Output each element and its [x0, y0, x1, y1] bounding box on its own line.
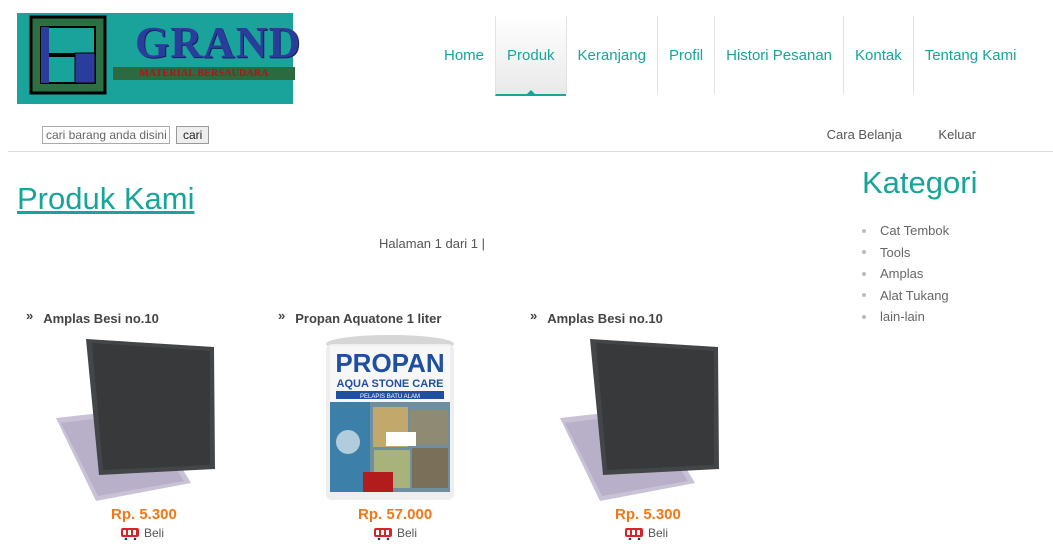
raquo-icon: »: [26, 308, 34, 323]
category-label: Cat Tembok: [880, 223, 950, 238]
main-nav: Home Produk Keranjang Profil Histori Pes…: [433, 16, 1027, 106]
buy-button[interactable]: Beli: [624, 526, 668, 540]
product-name: Amplas Besi no.10: [43, 311, 159, 326]
category-item[interactable]: lain-lain: [862, 306, 949, 328]
product-price: Rp. 5.300: [615, 506, 681, 523]
pagination-info: Halaman 1 dari 1 |: [379, 236, 485, 251]
bullet-icon: [862, 271, 866, 276]
search-button[interactable]: cari: [176, 126, 210, 144]
top-links: Cara Belanja Keluar: [794, 127, 976, 142]
category-item[interactable]: Alat Tukang: [862, 285, 949, 307]
product-name: Propan Aquatone 1 liter: [295, 311, 442, 326]
logo-tagline: MATERIAL BERSAUDARA: [113, 67, 295, 80]
site-logo[interactable]: GRAND MATERIAL BERSAUDARA: [17, 13, 302, 104]
active-caret-icon: [525, 90, 536, 95]
buy-label: Beli: [648, 526, 669, 540]
category-item[interactable]: Amplas: [862, 263, 949, 285]
bullet-icon: [862, 228, 866, 233]
product-card: » Propan Aquatone 1 liter PROPAN AQUA STO…: [278, 308, 498, 540]
logo-grand-text: GRAND: [135, 18, 302, 67]
product-card: » Amplas Besi no.10 Rp. 5.300 Beli: [26, 308, 246, 540]
paint-can-image[interactable]: PROPAN AQUA STONE CARE PELAPIS BATU ALAM: [278, 332, 478, 504]
sandpaper-image[interactable]: [530, 333, 730, 503]
category-item[interactable]: Cat Tembok: [862, 220, 949, 242]
category-label: Amplas: [880, 266, 924, 281]
product-title[interactable]: » Propan Aquatone 1 liter: [278, 308, 498, 326]
cart-icon: [121, 528, 139, 540]
category-label: Tools: [880, 244, 911, 260]
cart-icon: [625, 528, 643, 540]
header-divider: [8, 151, 1053, 152]
kategori-title: Kategori: [862, 165, 978, 200]
buy-button[interactable]: Beli: [373, 526, 417, 540]
can-product-text: AQUA STONE CARE: [337, 378, 444, 390]
search-input[interactable]: [42, 126, 170, 144]
search-bar: cari: [42, 126, 210, 144]
nav-tentang-kami[interactable]: Tentang Kami: [912, 16, 1028, 94]
buy-label: Beli: [144, 526, 165, 540]
nav-home[interactable]: Home: [433, 16, 495, 94]
sandpaper-image[interactable]: [26, 333, 226, 503]
bullet-icon: [862, 250, 866, 255]
nav-profil[interactable]: Profil: [656, 16, 714, 94]
category-list: Cat Tembok Tools Amplas Alat Tukang lain…: [862, 220, 949, 328]
can-brand-text: PROPAN: [335, 348, 444, 378]
cart-icon: [374, 528, 392, 540]
buy-button[interactable]: Beli: [120, 526, 164, 540]
can-subtitle-text: PELAPIS BATU ALAM: [360, 394, 420, 400]
nav-histori-pesanan[interactable]: Histori Pesanan: [714, 16, 843, 94]
bullet-icon: [862, 314, 866, 319]
category-item[interactable]: Tools: [862, 242, 949, 264]
keluar-link[interactable]: Keluar: [938, 127, 976, 142]
product-title[interactable]: » Amplas Besi no.10: [26, 308, 246, 326]
product-price: Rp. 57.000: [358, 506, 433, 523]
page-title[interactable]: Produk Kami: [17, 181, 194, 217]
category-label: lain-lain: [880, 309, 925, 324]
nav-produk-label: Produk: [507, 46, 555, 64]
raquo-icon: »: [530, 308, 538, 323]
product-name: Amplas Besi no.10: [547, 311, 663, 326]
cara-belanja-link[interactable]: Cara Belanja: [827, 127, 902, 142]
product-card: » Amplas Besi no.10 Rp. 5.300 Beli: [530, 308, 750, 540]
product-price: Rp. 5.300: [111, 506, 177, 523]
raquo-icon: »: [278, 308, 286, 323]
buy-label: Beli: [397, 526, 418, 540]
product-title[interactable]: » Amplas Besi no.10: [530, 308, 750, 326]
category-label: Alat Tukang: [880, 287, 949, 303]
bullet-icon: [862, 293, 866, 298]
nav-produk[interactable]: Produk: [495, 16, 566, 96]
nav-keranjang[interactable]: Keranjang: [565, 16, 657, 94]
nav-kontak[interactable]: Kontak: [843, 16, 913, 94]
